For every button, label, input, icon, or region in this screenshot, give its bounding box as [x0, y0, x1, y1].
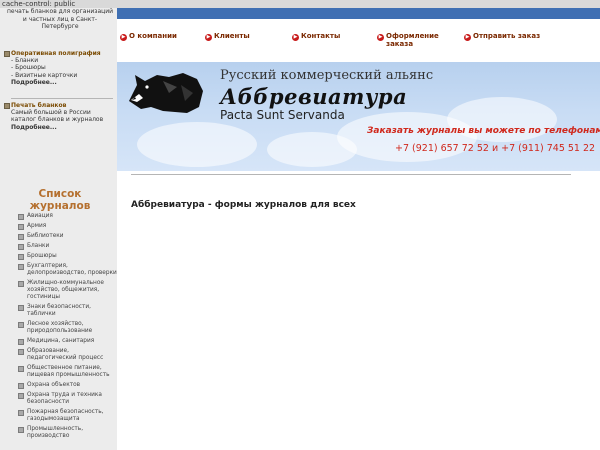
- journal-list-title: Список журналов: [29, 188, 91, 212]
- journal-item-label: Медицина, санитария: [27, 338, 95, 344]
- promo-item[interactable]: - Визитные карточки: [11, 72, 116, 79]
- banner-motto: Pacta Sunt Servanda: [220, 108, 345, 122]
- journal-item[interactable]: Армия: [18, 223, 117, 230]
- promo-operative-printing: Оперативная полиграфия - Бланки - Брошюр…: [4, 50, 116, 86]
- promo-operative-title[interactable]: Оперативная полиграфия: [11, 50, 116, 57]
- banner-phones: +7 (921) 657 72 52 и +7 (911) 745 51 22: [395, 143, 596, 154]
- sidebar-divider: [11, 98, 113, 99]
- promo-blanks-desc: Самый большой в России каталог бланков и…: [11, 109, 104, 124]
- promo-more-link[interactable]: Подробнее...: [11, 79, 116, 86]
- journal-item-label: Пожарная безопасность, газодымозащита: [27, 409, 104, 422]
- promo-more-link[interactable]: Подробнее...: [11, 124, 116, 131]
- journal-list: Авиация Армия Библиотеки Бланки Брошюры …: [18, 213, 117, 443]
- browser-status-bar: cache-control: public: [0, 0, 600, 8]
- bullet-icon: [18, 366, 24, 372]
- nav-send-order-label: Отправить заказ: [473, 32, 541, 40]
- cloud-decoration: [267, 132, 357, 167]
- bullet-icon: [18, 264, 24, 270]
- header-banner: Русский коммерческий альянс Аббревиатура…: [117, 62, 600, 171]
- journal-item-label: Лесное хозяйство, природопользование: [27, 321, 93, 334]
- bullet-icon: [18, 214, 24, 220]
- promo-blanks-title[interactable]: Печать бланков: [11, 102, 116, 109]
- bullet-icon: [18, 281, 24, 287]
- journal-item[interactable]: Промышленность, производство: [18, 426, 117, 440]
- page-title: Аббревиатура - формы журналов для всех: [131, 200, 356, 210]
- top-blue-bar: [117, 8, 600, 19]
- promo-blank-printing: Печать бланков Самый большой в России ка…: [4, 102, 116, 131]
- promo-item[interactable]: - Бланки: [11, 57, 116, 64]
- arrow-right-icon: ▶: [205, 34, 212, 41]
- journal-item[interactable]: Общественное питание, пищевая промышленн…: [18, 365, 117, 379]
- journal-item[interactable]: Бланки: [18, 243, 117, 250]
- journal-item-label: Охрана труда и техника безопасности: [27, 392, 102, 405]
- content-divider: [131, 174, 571, 175]
- bullet-icon: [18, 410, 24, 416]
- journal-item-label: Промышленность, производство: [27, 426, 84, 439]
- promo-item[interactable]: - Брошюры: [11, 64, 116, 71]
- nav-order-form-label: Оформление заказа: [386, 32, 439, 48]
- bullet-icon: [18, 305, 24, 311]
- journal-item[interactable]: Авиация: [18, 213, 117, 220]
- journal-item-label: Бланки: [27, 243, 50, 249]
- arrow-right-icon: ▶: [377, 34, 384, 41]
- bullet-icon: [18, 244, 24, 250]
- journal-item-label: Авиация: [27, 213, 53, 219]
- journal-item[interactable]: Охрана труда и техника безопасности: [18, 392, 117, 406]
- bullet-icon: [18, 393, 24, 399]
- bullet-icon: [18, 254, 24, 260]
- bullet-icon: [18, 322, 24, 328]
- journal-item-label: Армия: [27, 223, 47, 229]
- journal-item[interactable]: Брошюры: [18, 253, 117, 260]
- bullet-icon: [18, 349, 24, 355]
- bullet-icon: [18, 383, 24, 389]
- bullet-icon: [18, 427, 24, 433]
- nav-contacts-label: Контакты: [301, 32, 341, 40]
- bullet-icon: [4, 51, 10, 57]
- journal-item-label: Жилищно-коммунальное хозяйство, общежити…: [27, 280, 104, 300]
- journal-item[interactable]: Пожарная безопасность, газодымозащита: [18, 409, 117, 423]
- journal-item[interactable]: Бухгалтерия, делопроизводство, проверки: [18, 263, 117, 277]
- banner-phone-label: Заказать журналы вы можете по телефонам: [367, 126, 600, 136]
- journal-item-label: Брошюры: [27, 253, 57, 259]
- journal-item[interactable]: Лесное хозяйство, природопользование: [18, 321, 117, 335]
- nav-clients-label: Клиенты: [214, 32, 250, 40]
- nav-about-label: О компании: [129, 32, 177, 40]
- arrow-right-icon: ▶: [464, 34, 471, 41]
- journal-item-label: Образование, педагогический процесс: [27, 348, 104, 361]
- banner-company-name: Аббревиатура: [220, 84, 408, 109]
- arrow-right-icon: ▶: [120, 34, 127, 41]
- wolf-logo-icon: [129, 73, 203, 113]
- journal-item[interactable]: Охрана объектов: [18, 382, 117, 389]
- journal-item[interactable]: Знаки безопасности, таблички: [18, 304, 117, 318]
- cloud-decoration: [137, 122, 257, 167]
- journal-item[interactable]: Образование, педагогический процесс: [18, 348, 117, 362]
- bullet-icon: [18, 234, 24, 240]
- bullet-icon: [18, 224, 24, 230]
- nav-order-form[interactable]: ▶ Оформление заказа: [377, 32, 447, 48]
- journal-item-label: Бухгалтерия, делопроизводство, проверки: [27, 263, 117, 276]
- banner-alliance-text: Русский коммерческий альянс: [220, 68, 434, 83]
- journal-item-label: Знаки безопасности, таблички: [27, 304, 91, 317]
- journal-item-label: Охрана объектов: [27, 382, 81, 388]
- sidebar-tagline: печать бланков для организаций и частных…: [6, 8, 114, 30]
- journal-item[interactable]: Библиотеки: [18, 233, 117, 240]
- journal-item[interactable]: Жилищно-коммунальное хозяйство, общежити…: [18, 280, 117, 301]
- journal-item[interactable]: Медицина, санитария: [18, 338, 117, 345]
- journal-item-label: Библиотеки: [27, 233, 64, 239]
- bullet-icon: [18, 339, 24, 345]
- journal-item-label: Общественное питание, пищевая промышленн…: [27, 365, 110, 378]
- arrow-right-icon: ▶: [292, 34, 299, 41]
- bullet-icon: [4, 103, 10, 109]
